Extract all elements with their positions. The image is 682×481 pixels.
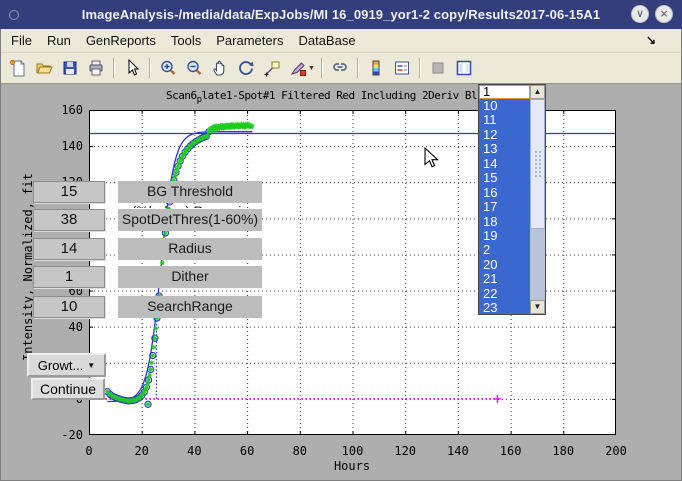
toolbar-separator [419, 58, 421, 78]
save-figure-icon[interactable] [57, 56, 83, 80]
menu-genreports[interactable]: GenReports [86, 33, 156, 48]
window-menu-icon[interactable] [9, 10, 19, 20]
x-tick-label: 200 [596, 444, 636, 458]
menu-database[interactable]: DataBase [298, 33, 355, 48]
toolbar-separator [149, 58, 151, 78]
insert-colorbar-icon[interactable] [363, 56, 389, 80]
link-plots-icon[interactable] [327, 56, 353, 80]
menu-parameters[interactable]: Parameters [216, 33, 283, 48]
dither-input[interactable]: 1 [33, 266, 105, 288]
insert-legend-icon[interactable] [389, 56, 415, 80]
growth-menu-button[interactable]: Growt... ▼ [27, 353, 106, 377]
scroll-up-icon[interactable]: ▲ [530, 85, 545, 99]
mouse-cursor [424, 147, 440, 169]
dropdown-item[interactable]: 15 [479, 171, 530, 185]
new-file-icon[interactable] [5, 56, 31, 80]
dropdown-item[interactable]: 13 [479, 142, 530, 156]
y-tick-label: 40 [49, 320, 83, 334]
dropdown-item[interactable]: 22 [479, 287, 530, 301]
bg-threshold-input[interactable]: 15 [33, 181, 105, 203]
y-tick-label: 160 [49, 103, 83, 117]
x-tick-label: 180 [543, 444, 583, 458]
x-tick-label: 100 [333, 444, 373, 458]
x-tick-label: 80 [280, 444, 320, 458]
growth-menu-label: Growt... [38, 358, 84, 373]
y-tick-label: -20 [49, 428, 83, 442]
edit-plot-icon[interactable] [119, 56, 145, 80]
dropdown-item[interactable]: 11 [479, 113, 530, 127]
x-axis-label: Hours [312, 459, 392, 473]
titlebar: ImageAnalysis-/media/data/ExpJobs/MI 16_… [0, 0, 682, 29]
menu-run[interactable]: Run [47, 33, 71, 48]
figure-toolbar: ▼ [1, 53, 681, 84]
search-range-label: SearchRange [118, 296, 262, 318]
x-tick-label: 20 [122, 444, 162, 458]
x-tick-label: 0 [69, 444, 109, 458]
scroll-down-icon[interactable]: ▼ [530, 300, 545, 314]
scrollbar-thumb[interactable] [530, 99, 545, 229]
brush-dropdown-icon[interactable]: ▼ [308, 65, 315, 72]
zoom-in-icon[interactable] [155, 56, 181, 80]
close-window-button[interactable]: × [655, 5, 673, 23]
menu-overflow-arrow-icon[interactable]: ↘ [646, 33, 656, 47]
pan-icon[interactable] [207, 56, 233, 80]
dropdown-item[interactable]: 23 [479, 301, 530, 315]
continue-button[interactable]: Continue [31, 378, 105, 400]
toolbar-separator [321, 58, 323, 78]
x-tick-label: 60 [227, 444, 267, 458]
x-tick-label: 140 [438, 444, 478, 458]
x-tick-label: 40 [174, 444, 214, 458]
print-figure-icon[interactable] [83, 56, 109, 80]
dropdown-item[interactable]: 20 [479, 258, 530, 272]
show-plot-tools-icon[interactable] [451, 56, 477, 80]
chevron-down-icon: ▼ [87, 361, 95, 370]
dropdown-item[interactable]: 16 [479, 186, 530, 200]
hide-plot-tools-icon[interactable] [425, 56, 451, 80]
spot-det-thres-label: SpotDetThres(1-60%) [118, 209, 262, 231]
toolbar-separator [357, 58, 359, 78]
dropdown-item[interactable]: 21 [479, 272, 530, 286]
dropdown-item[interactable]: 2 [479, 243, 530, 257]
menubar: File Run GenReports Tools Parameters DataBase [1, 29, 681, 53]
open-file-icon[interactable] [31, 56, 57, 80]
menu-file[interactable]: File [11, 33, 32, 48]
dropdown-item[interactable]: 12 [479, 128, 530, 142]
dropdown-item[interactable]: 14 [479, 157, 530, 171]
toolbar-separator [113, 58, 115, 78]
dropdown-scrollbar[interactable]: ▲ ▼ [530, 85, 545, 314]
dropdown-item[interactable]: 18 [479, 215, 530, 229]
search-range-input[interactable]: 10 [33, 296, 105, 318]
shade-window-button[interactable]: ∨ [631, 5, 649, 23]
rotate-3d-icon[interactable] [233, 56, 259, 80]
radius-input[interactable]: 14 [33, 238, 105, 260]
x-tick-label: 160 [491, 444, 531, 458]
dropdown-item[interactable]: 17 [479, 200, 530, 214]
continue-button-label: Continue [40, 381, 96, 397]
zoom-out-icon[interactable] [181, 56, 207, 80]
radius-label: Radius [118, 238, 262, 260]
app-window: ImageAnalysis-/media/data/ExpJobs/MI 16_… [0, 0, 682, 481]
data-cursor-icon[interactable] [259, 56, 285, 80]
x-tick-label: 120 [385, 444, 425, 458]
y-tick-label: 140 [49, 139, 83, 153]
plot-title: Scan6plate1-Spot#1 Filtered Red Includin… [166, 89, 477, 105]
dropdown-selected-item[interactable]: 1 [479, 85, 530, 99]
bg-threshold-label: BG Threshold [118, 181, 262, 203]
spot-number-dropdown: 1 10111213141516171819220212223 ▲ ▼ [478, 84, 546, 315]
bg-threshold-sublabel: (%below) Dynamic [118, 203, 262, 208]
window-title: ImageAnalysis-/media/data/ExpJobs/MI 16_… [0, 7, 682, 22]
dither-label: Dither [118, 266, 262, 288]
spot-det-thres-input[interactable]: 38 [33, 209, 105, 231]
dropdown-item[interactable]: 10 [479, 99, 530, 113]
menu-tools[interactable]: Tools [171, 33, 201, 48]
dropdown-item[interactable]: 19 [479, 229, 530, 243]
